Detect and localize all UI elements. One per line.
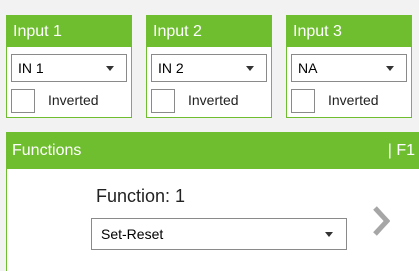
input-2-panel: Input 2 IN 2 Inverted <box>146 15 272 118</box>
input-2-inverted-row[interactable]: Inverted <box>151 89 269 113</box>
chevron-down-icon <box>246 66 254 71</box>
input-1-title: Input 1 <box>7 16 131 47</box>
functions-title: Functions <box>12 142 82 159</box>
input-1-select[interactable]: IN 1 <box>11 54 127 82</box>
input-3-panel: Input 3 NA Inverted <box>286 15 412 118</box>
chevron-right-icon[interactable] <box>372 205 390 237</box>
input-3-inverted-checkbox[interactable] <box>291 89 315 113</box>
function-title: Function: 1 <box>96 186 186 206</box>
input-3-inverted-row[interactable]: Inverted <box>291 89 409 113</box>
function-code: | F1 <box>387 142 415 159</box>
input-2-inverted-label: Inverted <box>188 92 239 108</box>
function-type-select[interactable]: Set-Reset <box>91 218 347 250</box>
input-1-select-value: IN 1 <box>18 60 44 76</box>
input-2-inverted-checkbox[interactable] <box>151 89 175 113</box>
input-3-inverted-label: Inverted <box>328 92 379 108</box>
input-1-inverted-label: Inverted <box>48 92 99 108</box>
chevron-down-icon <box>325 232 333 237</box>
chevron-down-icon <box>386 66 394 71</box>
input-1-panel: Input 1 IN 1 Inverted <box>6 15 132 118</box>
function-type-value: Set-Reset <box>101 226 164 242</box>
input-3-select-value: NA <box>298 60 318 76</box>
input-1-inverted-checkbox[interactable] <box>11 89 35 113</box>
functions-panel: Functions | F1 Function: 1 Set-Reset <box>6 132 419 271</box>
chevron-down-icon <box>106 66 114 71</box>
functions-header: Functions | F1 <box>7 132 419 169</box>
input-1-inverted-row[interactable]: Inverted <box>11 89 129 113</box>
input-2-select[interactable]: IN 2 <box>151 54 267 82</box>
input-3-select[interactable]: NA <box>291 54 407 82</box>
input-2-title: Input 2 <box>147 16 271 47</box>
input-3-title: Input 3 <box>287 16 411 47</box>
input-2-select-value: IN 2 <box>158 60 184 76</box>
